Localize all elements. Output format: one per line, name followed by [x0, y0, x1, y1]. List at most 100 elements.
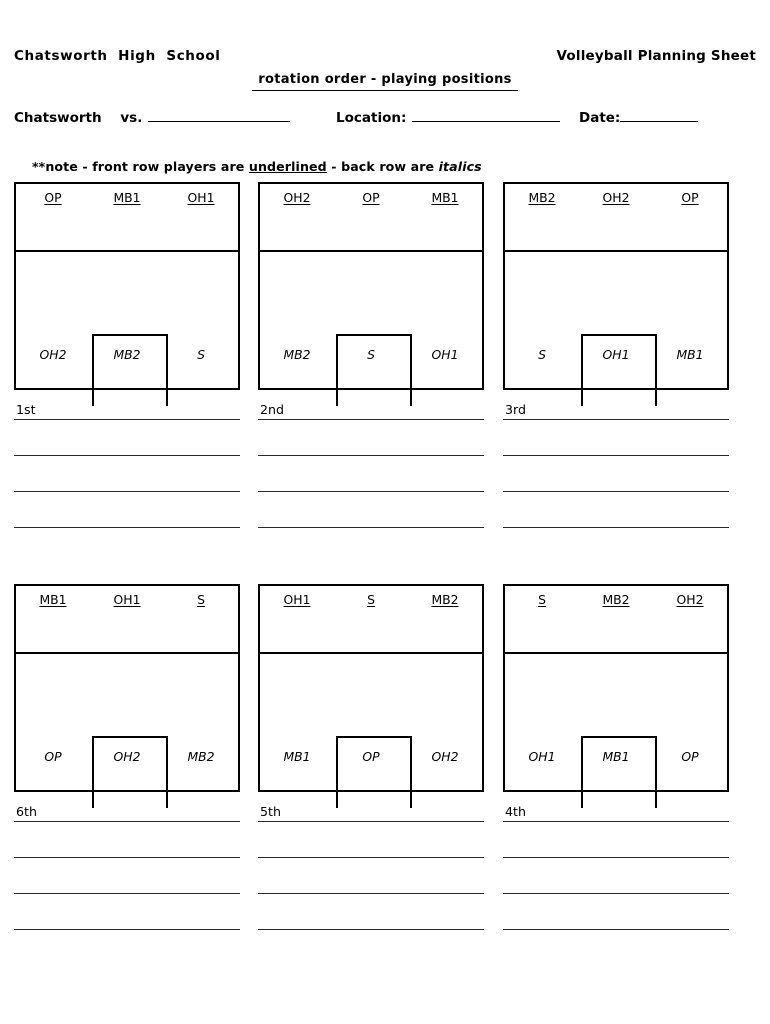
front-position-right: S	[197, 592, 205, 607]
front-position-right: MB1	[431, 190, 459, 205]
front-row-6: MB1 OH1 S	[16, 592, 238, 614]
front-position-left: OP	[44, 190, 62, 205]
location-input[interactable]	[412, 109, 561, 122]
rotation-label: 5th	[260, 804, 281, 819]
opponent-field: Chatsworth vs.	[14, 109, 291, 126]
back-position-right: MB2	[187, 749, 215, 764]
subtitle: rotation order - playing positions	[252, 72, 518, 91]
front-row-1: OP MB1 OH1	[16, 190, 238, 212]
rotation-label-row-2: 2nd	[258, 396, 484, 420]
rotation-label: 2nd	[260, 402, 284, 417]
note-line[interactable]	[14, 420, 240, 456]
front-position-left: MB2	[528, 190, 556, 205]
back-position-right: OH2	[431, 749, 459, 764]
back-row-4: OH1 MB1 OP	[505, 748, 727, 768]
page-title: Volleyball Planning Sheet	[556, 48, 756, 64]
note-rule	[503, 929, 729, 930]
front-row-3: MB2 OH2 OP	[505, 190, 727, 212]
document-header: Chatsworth High School Volleyball Planni…	[14, 48, 756, 64]
attack-line	[259, 652, 483, 654]
note-line[interactable]	[503, 894, 729, 930]
back-position-center: OH2	[113, 749, 141, 764]
rotation-block-2: OH2 OP MB1 MB2 S OH1 2nd	[258, 182, 484, 528]
note-line[interactable]	[503, 492, 729, 528]
front-position-center: OH2	[602, 190, 630, 205]
note-rule	[14, 929, 240, 930]
front-position-right: OH1	[187, 190, 215, 205]
rotation-block-1: OP MB1 OH1 OH2 MB2 S 1st	[14, 182, 240, 528]
court-diagram-1: OP MB1 OH1 OH2 MB2 S	[14, 182, 240, 406]
back-position-right: S	[197, 347, 205, 362]
court-diagram-3: MB2 OH2 OP S OH1 MB1	[503, 182, 729, 406]
court-diagram-4: S MB2 OH2 OH1 MB1 OP	[503, 584, 729, 808]
note-line[interactable]	[258, 822, 484, 858]
attack-line	[259, 250, 483, 252]
date-label: Date:	[579, 110, 621, 126]
note-italic-word: italics	[438, 159, 482, 174]
note-line[interactable]	[258, 456, 484, 492]
front-row-4: S MB2 OH2	[505, 592, 727, 614]
front-position-right: OH2	[676, 592, 704, 607]
back-row-5: MB1 OP OH2	[260, 748, 482, 768]
date-input[interactable]	[620, 109, 699, 122]
back-position-center: S	[367, 347, 375, 362]
back-row-6: OP OH2 MB2	[16, 748, 238, 768]
note-middle: - back row are	[326, 159, 439, 174]
back-row-2: MB2 S OH1	[260, 346, 482, 366]
note-line[interactable]	[503, 456, 729, 492]
front-row-2: OH2 OP MB1	[260, 190, 482, 212]
note-line[interactable]	[14, 492, 240, 528]
attack-line	[15, 652, 239, 654]
court-diagram-6: MB1 OH1 S OP OH2 MB2	[14, 584, 240, 808]
note-line[interactable]	[14, 894, 240, 930]
rotation-block-5: OH1 S MB2 MB1 OP OH2 5th	[258, 584, 484, 930]
attack-line	[504, 652, 728, 654]
front-position-center: S	[367, 592, 375, 607]
court-diagram-5: OH1 S MB2 MB1 OP OH2	[258, 584, 484, 808]
location-field: Location:	[336, 109, 561, 126]
back-position-left: MB1	[283, 749, 311, 764]
front-position-right: OP	[681, 190, 699, 205]
rotation-block-3: MB2 OH2 OP S OH1 MB1 3rd	[503, 182, 729, 528]
back-position-center: OH1	[602, 347, 630, 362]
rotation-label: 1st	[16, 402, 36, 417]
opponent-input[interactable]	[148, 109, 291, 122]
front-position-left: MB1	[39, 592, 67, 607]
back-position-right: OP	[681, 749, 699, 764]
note-line[interactable]	[503, 420, 729, 456]
front-position-left: OH2	[283, 190, 311, 205]
court-diagram-2: OH2 OP MB1 MB2 S OH1	[258, 182, 484, 406]
front-position-left: OH1	[283, 592, 311, 607]
note-line[interactable]	[14, 456, 240, 492]
rotation-label-row-5: 5th	[258, 798, 484, 822]
note-line[interactable]	[503, 858, 729, 894]
note-line[interactable]	[258, 420, 484, 456]
back-position-left: OP	[44, 749, 62, 764]
note-line[interactable]	[14, 822, 240, 858]
location-label: Location:	[336, 110, 407, 126]
front-row-5: OH1 S MB2	[260, 592, 482, 614]
back-position-right: MB1	[676, 347, 704, 362]
attack-line	[15, 250, 239, 252]
back-position-center: OP	[362, 749, 380, 764]
back-position-right: OH1	[431, 347, 459, 362]
front-position-center: MB1	[113, 190, 141, 205]
note-line[interactable]	[258, 858, 484, 894]
rotation-label-row-1: 1st	[14, 396, 240, 420]
back-position-center: MB1	[602, 749, 630, 764]
date-field: Date:	[579, 109, 699, 126]
back-position-center: MB2	[113, 347, 141, 362]
match-info-fields: Chatsworth vs. Location: Date:	[14, 109, 756, 129]
note-line[interactable]	[258, 492, 484, 528]
back-position-left: MB2	[283, 347, 311, 362]
rotation-label: 4th	[505, 804, 526, 819]
note-line[interactable]	[258, 894, 484, 930]
front-position-right: MB2	[431, 592, 459, 607]
note-line[interactable]	[14, 858, 240, 894]
note-rule	[503, 527, 729, 528]
note-prefix: **note - front row players are	[31, 159, 249, 174]
attack-line	[504, 250, 728, 252]
note-line[interactable]	[503, 822, 729, 858]
back-row-3: S OH1 MB1	[505, 346, 727, 366]
back-position-left: S	[538, 347, 546, 362]
